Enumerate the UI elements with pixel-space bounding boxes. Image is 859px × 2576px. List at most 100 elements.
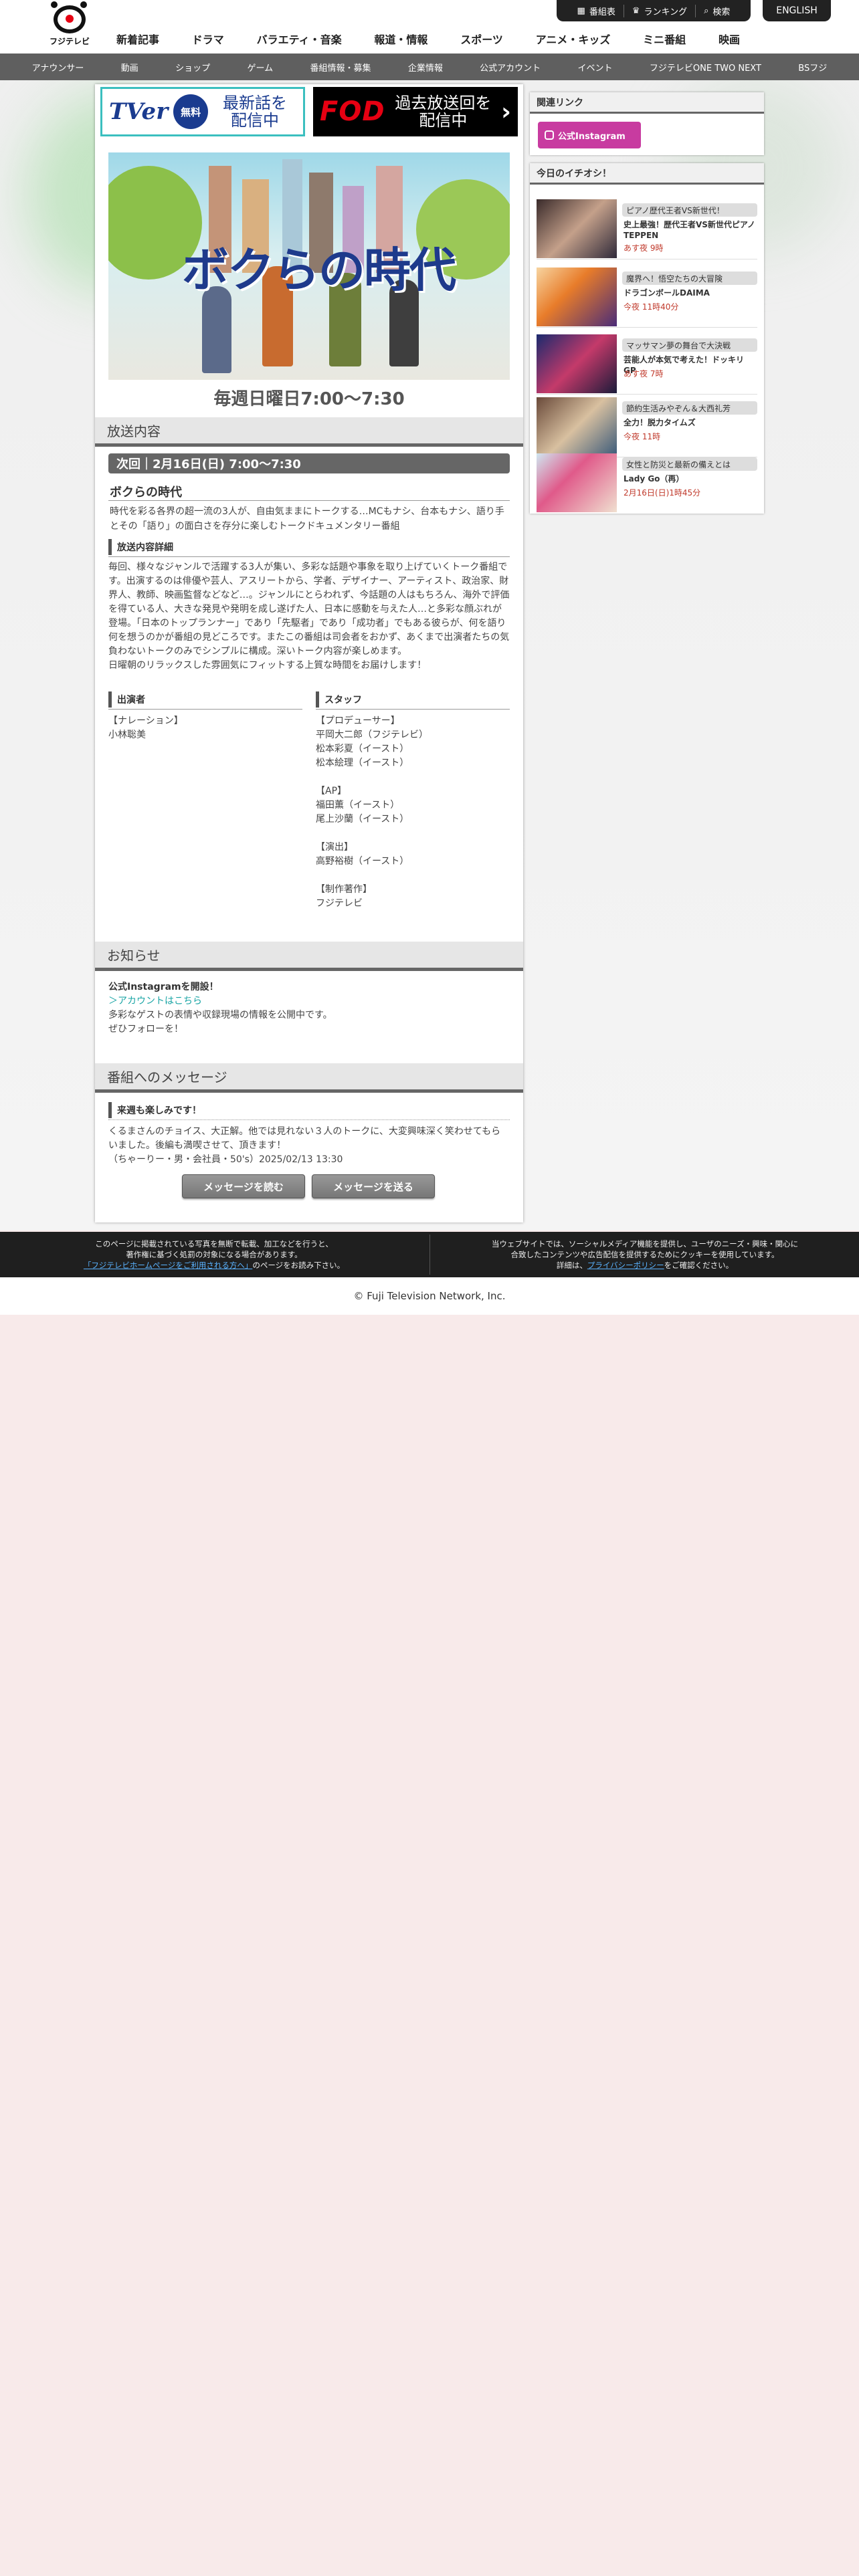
broadcast-schedule: 毎週日曜日7:00〜7:30 <box>213 389 405 409</box>
util-link-schedule[interactable]: ▦ 番組表 <box>569 5 624 17</box>
message-body: くるまさんのチョイス、大正解。他では見れない３人のトークに、大変興味深く笑わせて… <box>108 1125 510 1167</box>
fujitv-logo[interactable]: フジテレビ <box>48 1 91 47</box>
copyright: © Fuji Television Network, Inc. <box>0 1277 859 1315</box>
pick-item[interactable]: 節約生活みやぞん＆大西礼芳 全力！脱力タイムズ 今夜 11時 <box>537 397 757 457</box>
staff-spacer <box>316 827 510 841</box>
subnav-item-official[interactable]: 公式アカウント <box>480 61 541 74</box>
eye-logo-icon <box>51 1 86 33</box>
staff-list: 【プロデューサー】 平岡大二郎（フジテレビ） 松本彩夏（イースト） 松本絵理（イ… <box>316 714 510 911</box>
nav-item-sports[interactable]: スポーツ <box>451 31 512 47</box>
pick-item[interactable]: マッサマン夢の舞台で大決戦 芸能人が本気で考えた！ドッキリGP あす夜 7時 <box>537 334 757 395</box>
subnav-item-corporate[interactable]: 企業情報 <box>408 61 443 74</box>
english-button[interactable]: ENGLISH <box>763 0 831 21</box>
privacy-policy-link[interactable]: プライバシーポリシー <box>587 1261 664 1270</box>
nav-item-drama[interactable]: ドラマ <box>183 31 233 47</box>
subnav-item-announcer[interactable]: アナウンサー <box>32 61 84 74</box>
cast-heading: 出演者 <box>108 691 145 708</box>
message-title: 来週も楽しみです！ <box>108 1102 201 1118</box>
utility-bar: ▦ 番組表 ♛ ランキング ⌕ 検索 <box>557 0 751 21</box>
subnav-item-onetwonext[interactable]: フジテレビONE TWO NEXT <box>650 61 761 74</box>
notice-line: 多彩なゲストの表情や収録現場の情報を公開中です。 <box>108 1010 332 1021</box>
fod-banner[interactable]: FOD 過去放送回を 配信中 › <box>313 87 518 136</box>
divider <box>108 556 510 557</box>
hero-program-title: ボクらの時代 <box>182 243 456 298</box>
nav-item-report[interactable]: 報道・情報 <box>365 31 437 47</box>
footer-text: をご確認ください。 <box>664 1261 734 1270</box>
footer-line: 著作権に基づく処罰の対象になる場合があります。 <box>126 1250 302 1259</box>
instagram-button[interactable]: 公式Instagram <box>538 122 641 148</box>
grid-icon: ▦ <box>577 5 585 16</box>
footer-text: のページをお読み下さい。 <box>252 1261 345 1270</box>
detail-text: 毎回、様々なジャンルで活躍する3人が集い、多彩な話題や事象を取り上げていくトーク… <box>108 560 510 673</box>
pick-thumbnail <box>537 453 617 512</box>
related-links-heading: 関連リンク <box>530 92 764 114</box>
cast-list: 【ナレーション】 小林聡美 <box>108 714 302 742</box>
util-link-label: ランキング <box>644 7 688 17</box>
crown-icon: ♛ <box>632 5 640 16</box>
streaming-banners: TVer 無料 最新話を 配信中 FOD 過去放送回を 配信中 › <box>100 87 518 136</box>
nav-item-mini[interactable]: ミニ番組 <box>634 31 695 47</box>
footer-cookie-notice: 当ウェブサイトでは、ソーシャルメディア機能を提供し、ユーザのニーズ・興味・関心に… <box>444 1239 846 1271</box>
footer-line: 当ウェブサイトでは、ソーシャルメディア機能を提供し、ユーザのニーズ・興味・関心に <box>491 1239 799 1249</box>
nav-item-movie[interactable]: 映画 <box>709 31 749 47</box>
pick-item[interactable]: 女性と防災と最新の備えとは Lady Go（再） 2月16日(日)1時45分 <box>537 453 757 514</box>
main-nav: 新着記事 ドラマ バラエティ・音楽 報道・情報 スポーツ アニメ・キッズ ミニ番… <box>107 27 749 51</box>
detail-heading: 放送内容詳細 <box>108 539 173 555</box>
cast-line: 【ナレーション】 <box>108 716 183 726</box>
nav-item-variety[interactable]: バラエティ・音楽 <box>248 31 351 47</box>
staff-spacer <box>316 770 510 784</box>
subnav-item-shop[interactable]: ショップ <box>175 61 210 74</box>
program-title: ボクらの時代 <box>110 486 182 500</box>
pick-item[interactable]: ピアノ歴代王者VS新世代！ 史上最強！歴代王者VS新世代ピアノTEPPEN あす… <box>537 199 757 259</box>
divider <box>316 709 510 710</box>
read-messages-button[interactable]: メッセージを読む <box>182 1174 305 1198</box>
fod-text-line: 配信中 <box>419 111 468 130</box>
detail-paragraph: 毎回、様々なジャンルで活躍する3人が集い、多彩な話題や事象を取り上げていくトーク… <box>108 562 510 657</box>
tver-banner[interactable]: TVer 無料 最新話を 配信中 <box>100 87 305 136</box>
staff-spacer <box>316 869 510 883</box>
staff-heading: スタッフ <box>316 691 362 708</box>
subnav-item-recruit[interactable]: 番組情報・募集 <box>310 61 371 74</box>
divider <box>108 709 302 710</box>
pick-time: 今夜 11時40分 <box>624 302 679 312</box>
pick-time: あす夜 7時 <box>624 369 664 379</box>
instagram-account-link[interactable]: ＞アカウントはこちら <box>108 994 510 1008</box>
footer-line: このページに掲載されている写真を無断で転載、加工などを行うと、 <box>95 1239 333 1249</box>
util-link-search[interactable]: ⌕ 検索 <box>695 4 738 17</box>
terms-link[interactable]: 「フジテレビホームページをご利用される方へ」 <box>84 1261 252 1270</box>
send-message-button[interactable]: メッセージを送る <box>312 1174 435 1198</box>
footer-line: 「フジテレビホームページをご利用される方へ」のページをお読み下さい。 <box>13 1260 415 1271</box>
util-link-label: 番組表 <box>589 7 615 17</box>
staff-line: 松本絵理（イースト） <box>316 758 409 768</box>
logo-text: フジテレビ <box>49 37 90 46</box>
pick-thumbnail <box>537 267 617 326</box>
section-heading-messages: 番組へのメッセージ <box>95 1063 523 1093</box>
divider <box>108 500 510 501</box>
instagram-label: 公式Instagram <box>558 131 626 142</box>
message-meta: （ちゃーりー・男・会社員・50's）2025/02/13 13:30 <box>108 1154 343 1165</box>
subnav-item-video[interactable]: 動画 <box>121 61 138 74</box>
subnav-item-game[interactable]: ゲーム <box>247 61 273 74</box>
footer-text: 詳細は、 <box>556 1261 587 1270</box>
pick-time: 2月16日(日)1時45分 <box>624 488 701 498</box>
staff-line: 【AP】 <box>316 786 347 796</box>
search-icon: ⌕ <box>704 5 709 16</box>
fod-logo: FOD <box>320 96 385 127</box>
staff-line: フジテレビ <box>316 898 363 909</box>
nav-item-anime[interactable]: アニメ・キッズ <box>527 31 620 47</box>
pick-item[interactable]: 魔界へ！悟空たちの大冒険 ドラゴンボールDAIMA 今夜 11時40分 <box>537 267 757 328</box>
pick-title: ドラゴンボールDAIMA <box>624 288 710 298</box>
subnav-item-bsfuji[interactable]: BSフジ <box>798 61 827 74</box>
subnav-item-event[interactable]: イベント <box>578 61 613 74</box>
util-link-ranking[interactable]: ♛ ランキング <box>623 4 695 17</box>
message-text: くるまさんのチョイス、大正解。他では見れない３人のトークに、大変興味深く笑わせて… <box>108 1126 501 1151</box>
pick-thumbnail <box>537 199 617 258</box>
footer-line: 合致したコンテンツや広告配信を提供するためにクッキーを使用しています。 <box>510 1250 779 1259</box>
divider <box>108 1119 510 1120</box>
program-hero-image: ボクらの時代 <box>108 152 510 380</box>
footer-copyright-notice: このページに掲載されている写真を無断で転載、加工などを行うと、 著作権に基づく処… <box>13 1239 415 1271</box>
nav-item-news[interactable]: 新着記事 <box>107 31 169 47</box>
next-broadcast-bar: 次回｜2月16日(日) 7:00〜7:30 <box>108 453 510 473</box>
pick-tag: 女性と防災と最新の備えとは <box>622 457 757 471</box>
instagram-icon <box>545 130 554 140</box>
